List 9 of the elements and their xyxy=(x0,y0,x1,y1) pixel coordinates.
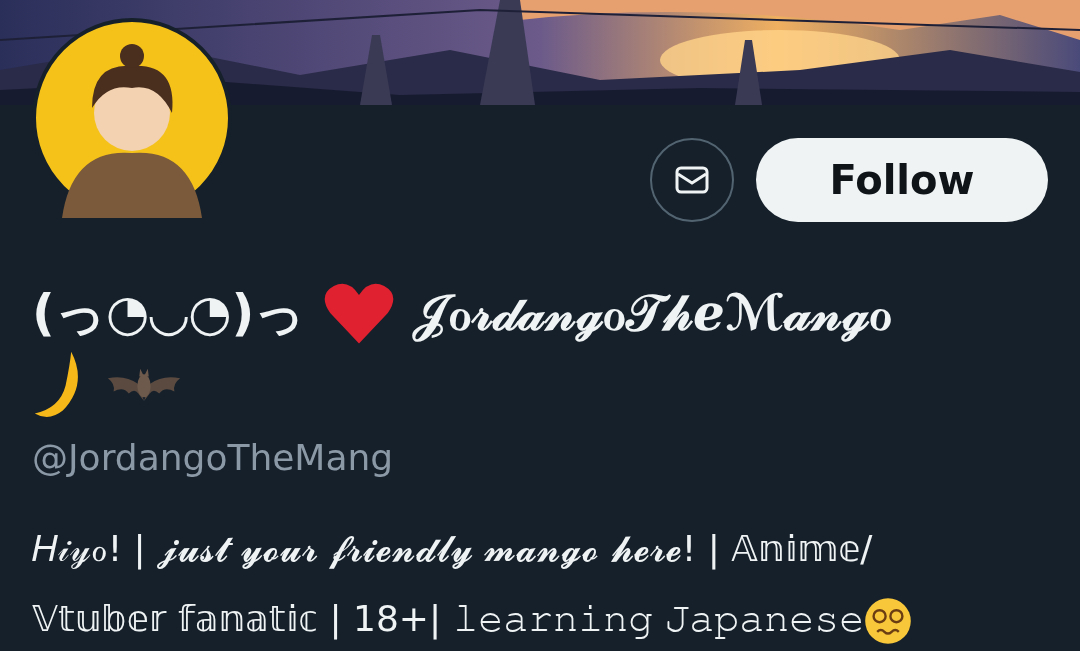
bio-text: 𝕍𝕥𝕦𝕓𝕖𝕣 𝕗𝕒𝕟𝕒𝕥𝕚𝕔 | 18+| 𝚕𝚎𝚊𝚛𝚗𝚒𝚗𝚐 𝙹𝚊𝚙𝚊𝚗𝚎𝚜𝚎 xyxy=(32,597,864,642)
bio-text: 𝐻𝒾𝓎ℴ! | 𝓳𝓾𝓼𝓽 𝔂𝓸𝓾𝓻 𝓯𝓻𝓲𝓮𝓷𝓭𝓵𝔂 𝓶𝓪𝓷𝓰𝓸 𝓱𝓮𝓻𝓮! | 𝔸𝕟𝕚𝕞𝕖/ xyxy=(32,527,873,572)
dizzy-face-icon xyxy=(864,597,912,645)
display-name: 𝒥ℴ𝓇𝒹𝒶𝓃ℊℴ𝒯𝒽ℯℳ𝒶𝓃ℊℴ xyxy=(413,283,893,344)
message-button[interactable] xyxy=(650,138,734,222)
display-name: (っ◔◡◔)っ xyxy=(32,283,306,344)
follow-button[interactable]: Follow xyxy=(756,138,1048,222)
envelope-icon xyxy=(675,166,709,194)
username: @JordangoTheMang xyxy=(32,437,395,478)
